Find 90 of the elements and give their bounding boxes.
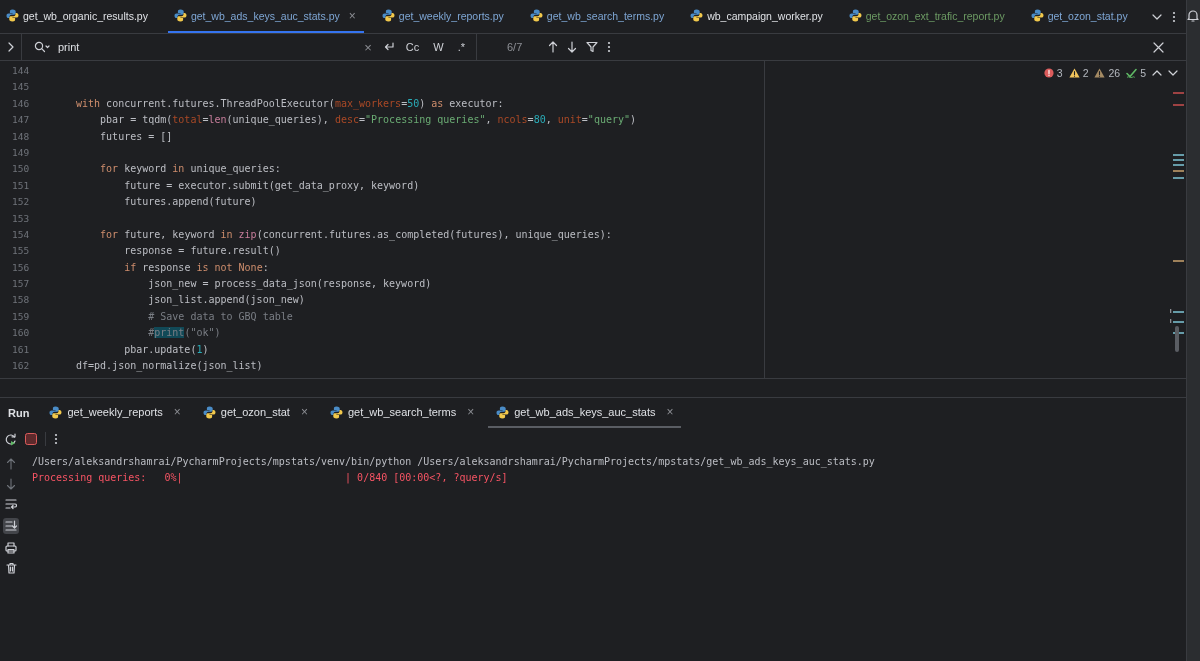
python-icon <box>1030 9 1044 22</box>
line-number: 158 <box>11 294 31 308</box>
search-option-toggle[interactable]: .* <box>454 41 468 53</box>
kebab-menu-icon[interactable] <box>54 433 58 445</box>
filter-icon[interactable] <box>586 41 599 53</box>
python-icon <box>202 405 216 419</box>
line-number: 160 <box>11 327 31 341</box>
clear-search-button[interactable]: × <box>361 39 375 55</box>
stop-icon[interactable] <box>25 433 37 445</box>
code-line: for keyword in unique_queries: <box>99 163 281 177</box>
line-number: 155 <box>11 245 31 259</box>
code-line: future = executor.submit(get_data_proxy, keyword) <box>123 179 420 194</box>
problem-count: 3 <box>1056 67 1063 79</box>
line-number: 144 <box>11 65 31 78</box>
run-tab[interactable]: get_wb_ads_keys_auc_stats × <box>488 398 682 428</box>
line-number: 150 <box>11 163 31 177</box>
file-tab[interactable]: get_weekly_reports.py <box>375 0 512 33</box>
search-icon[interactable] <box>34 41 50 53</box>
code-line: json_list.append(json_new) <box>147 294 305 308</box>
line-number: 145 <box>11 81 31 95</box>
kebab-menu-icon[interactable] <box>1172 10 1176 23</box>
python-icon <box>690 9 704 22</box>
file-tab[interactable]: wb_campaign_worker.py <box>684 0 831 33</box>
line-number: 161 <box>11 343 31 357</box>
python-icon <box>173 9 187 22</box>
code-line: if response is not None: <box>123 261 269 275</box>
code-line: response = future.result() <box>123 245 281 259</box>
line-number: 157 <box>11 278 31 292</box>
problem-count: 26 <box>1108 67 1121 79</box>
code-line: pbar = tqdm(total=len(unique_queries), desc="Processing queries", ncols=80, unit="query") <box>99 114 637 128</box>
warning-icon <box>1094 68 1106 78</box>
run-tab[interactable]: get_ozon_stat × <box>194 398 316 428</box>
chevron-up-icon[interactable] <box>1152 68 1162 78</box>
line-number: 146 <box>11 97 31 111</box>
run-tab[interactable]: get_weekly_reports × <box>41 398 189 428</box>
search-option-toggle[interactable]: Cc <box>402 41 423 53</box>
newline-icon[interactable] <box>382 41 395 53</box>
problem-count: 2 <box>1082 67 1089 79</box>
line-number: 147 <box>11 114 31 128</box>
line-number: 152 <box>11 196 31 210</box>
line-number: 159 <box>11 310 31 324</box>
chevron-down-icon[interactable] <box>1168 68 1178 78</box>
line-number: 154 <box>11 228 31 242</box>
line-number: 148 <box>11 130 31 144</box>
python-icon <box>329 405 343 419</box>
soft-wrap-icon[interactable] <box>5 498 17 510</box>
code-line: #print("ok") <box>147 327 221 341</box>
line-number: 151 <box>11 179 31 193</box>
python-icon <box>496 405 510 419</box>
code-line: with concurrent.futures.ThreadPoolExecutor(max_workers=50) as executor: <box>75 97 504 112</box>
console-line: /Users/aleksandrshamrai/PycharmProjects/mpstats/venv/bin/python /Users/aleksandrshamrai/PycharmProjects/mpstats/get_wb_ads_keys_auc_stats.py <box>32 455 875 470</box>
match-counter: 6/7 <box>507 41 523 53</box>
print-icon[interactable] <box>5 542 17 554</box>
code-line: pbar.update(1) <box>123 343 209 357</box>
file-tab[interactable]: get_ozon_ext_trafic_report.py <box>842 0 1013 33</box>
scroll-to-end-icon[interactable] <box>5 520 17 532</box>
file-tab[interactable]: get_ozon_stat.py <box>1024 0 1136 33</box>
code-line: futures.append(future) <box>123 196 257 210</box>
search-option-toggle[interactable]: W <box>430 41 447 53</box>
trash-icon[interactable] <box>5 562 17 574</box>
bell-icon[interactable] <box>1187 9 1199 22</box>
python-icon <box>529 9 543 22</box>
close-icon[interactable] <box>1153 41 1164 53</box>
console-line: Processing queries: 0%| | 0/840 [00:00<?, ?query/s] <box>32 471 508 486</box>
line-number: 156 <box>11 261 31 275</box>
file-tab[interactable]: get_wb_ads_keys_auc_stats.py × <box>167 0 364 33</box>
code-line: json_new = process_data_json(response, keyword) <box>147 278 432 292</box>
python-icon <box>848 9 862 22</box>
file-tab[interactable]: get_wb_search_terms.py <box>523 0 673 33</box>
run-tab[interactable]: get_wb_search_terms × <box>321 398 483 428</box>
line-number: 153 <box>11 212 31 226</box>
line-number: 162 <box>11 360 31 374</box>
warning-icon <box>1068 68 1080 78</box>
panel-title: Run <box>7 407 31 419</box>
python-icon <box>49 405 63 419</box>
code-line: futures = [] <box>99 130 173 144</box>
kebab-menu-icon[interactable] <box>607 41 612 53</box>
error-icon <box>1043 68 1054 78</box>
code-line: # Save data to GBQ table <box>147 310 293 324</box>
python-icon <box>381 9 395 22</box>
python-icon <box>6 9 19 22</box>
line-number: 149 <box>11 146 31 160</box>
rerun-icon[interactable] <box>4 432 17 446</box>
file-tab[interactable]: get_wb_organic_results.py <box>0 0 156 33</box>
problem-count: 5 <box>1140 67 1146 79</box>
search-field[interactable]: print <box>58 41 354 53</box>
expand-chevron-icon[interactable] <box>6 42 15 52</box>
code-line: df=pd.json_normalize(json_list) <box>75 360 263 374</box>
typo-check-icon <box>1126 68 1138 78</box>
code-line: for future, keyword in zip(concurrent.futures.as_completed(futures), unique_queries): <box>99 228 612 243</box>
